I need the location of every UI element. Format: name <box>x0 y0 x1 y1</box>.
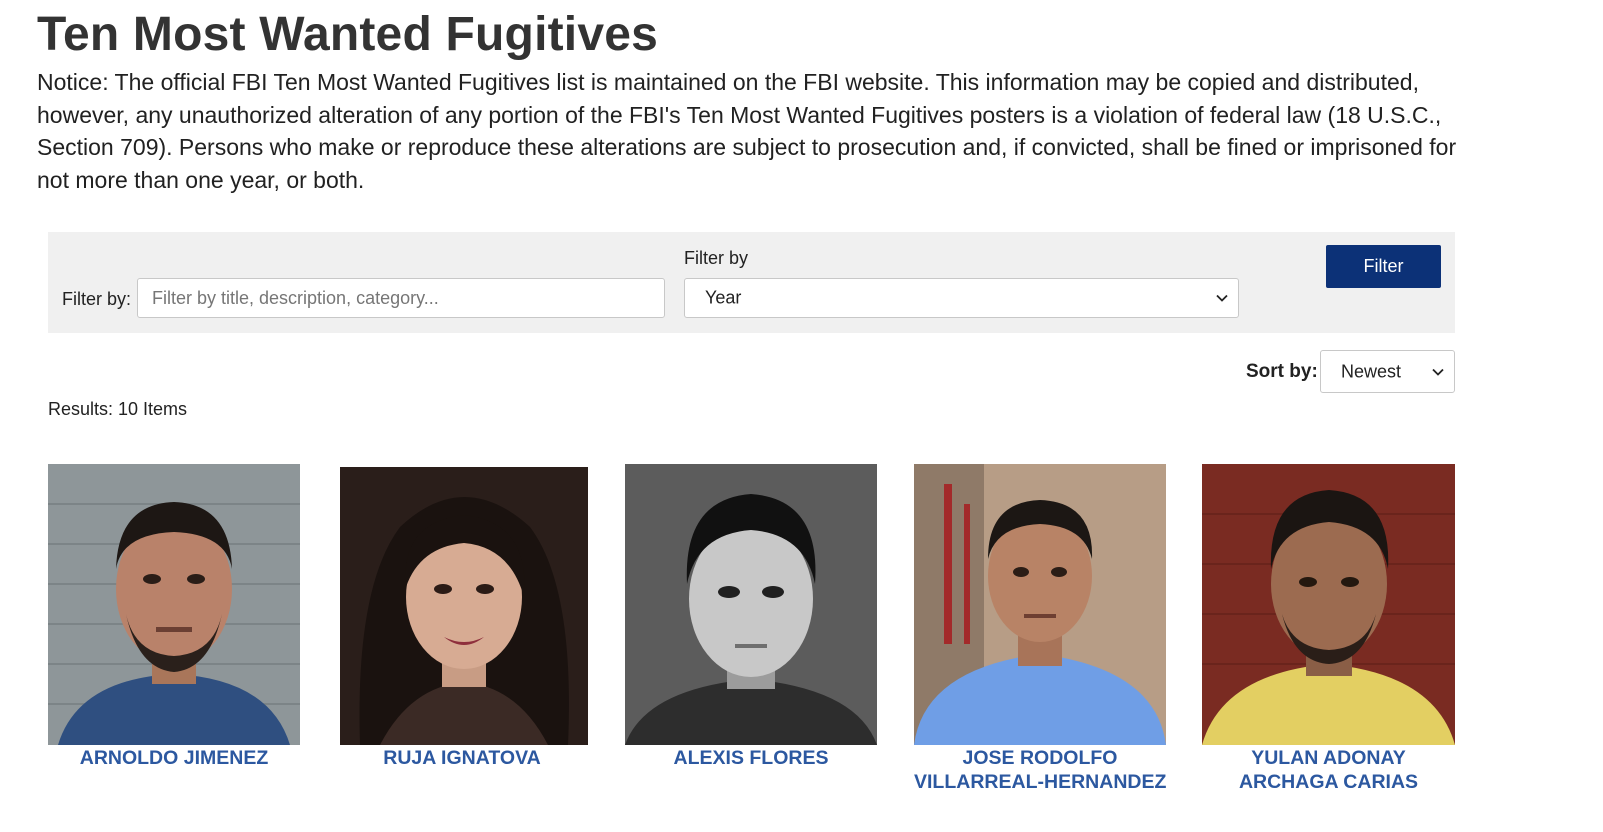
fugitive-name-line: JOSE RODOLFO <box>962 747 1118 769</box>
fugitive-name-line: VILLARREAL-HERNANDEZ <box>914 771 1167 793</box>
sort-select-value: Newest <box>1341 361 1402 381</box>
fugitive-name-line: ALEXIS FLORES <box>673 747 829 769</box>
fugitive-name-line: ARCHAGA CARIAS <box>1238 771 1419 793</box>
sort-label: Sort by: <box>1246 361 1318 382</box>
chevron-down-icon <box>1432 368 1444 376</box>
filter-bar: Filter by: Filter by Year Filter <box>48 232 1455 333</box>
fugitive-name-link[interactable]: ARNOLDO JIMENEZ <box>48 746 300 770</box>
fugitive-photo[interactable] <box>625 464 877 745</box>
filter-search-input[interactable] <box>137 278 665 318</box>
fugitive-photo[interactable] <box>914 464 1166 745</box>
fugitive-name-link[interactable]: ALEXIS FLORES <box>625 746 877 770</box>
filter-button[interactable]: Filter <box>1326 245 1441 288</box>
fugitive-name-line: ARNOLDO JIMENEZ <box>79 747 269 769</box>
fugitive-name-link[interactable]: JOSE RODOLFO VILLARREAL-HERNANDEZ <box>914 746 1166 794</box>
fugitive-name-link[interactable]: YULAN ADONAY ARCHAGA CARIAS <box>1202 746 1455 794</box>
year-select-value: Year <box>705 287 742 308</box>
page-title: Ten Most Wanted Fugitives <box>37 8 659 61</box>
filter-year-label: Filter by <box>684 248 749 268</box>
fugitive-photo[interactable] <box>340 467 588 745</box>
filter-text-label: Filter by: <box>62 289 132 309</box>
results-count: Results: 10 Items <box>48 399 188 419</box>
fugitive-photo[interactable] <box>48 464 300 745</box>
chevron-down-icon <box>1216 294 1228 302</box>
sort-select[interactable]: Newest <box>1320 350 1455 393</box>
year-select[interactable]: Year <box>684 278 1239 318</box>
fugitive-photo[interactable] <box>1202 464 1455 745</box>
fugitive-name-line: RUJA IGNATOVA <box>383 747 541 769</box>
fugitive-name-line: YULAN ADONAY <box>1251 747 1406 769</box>
fugitive-name-link[interactable]: RUJA IGNATOVA <box>336 746 588 770</box>
notice-text: Notice: The official FBI Ten Most Wanted… <box>37 69 1457 193</box>
